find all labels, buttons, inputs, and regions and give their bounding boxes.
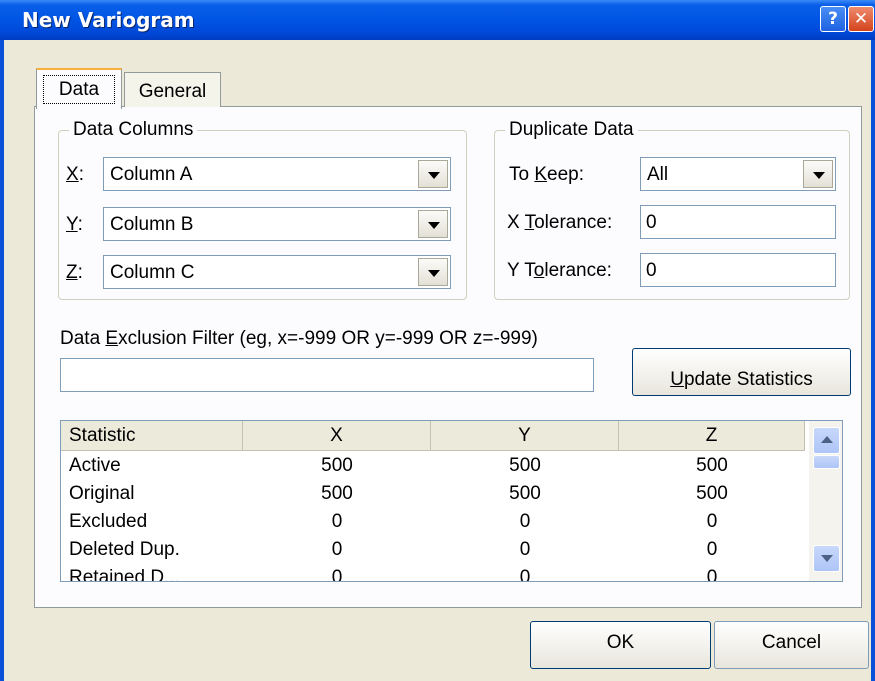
new-variogram-dialog: New Variogram ? ✕ Data General Data Colu… <box>0 0 875 681</box>
table-cell: 500 <box>696 483 728 504</box>
chevron-down-icon[interactable] <box>418 210 448 238</box>
table-cell: 0 <box>519 539 531 560</box>
x-column-label-key: X <box>66 164 79 185</box>
table-cell: 0 <box>331 511 343 532</box>
table-row[interactable]: Retained D... 0 0 0 <box>61 565 805 582</box>
chevron-down-icon[interactable] <box>803 160 833 188</box>
chevron-down-icon[interactable] <box>418 160 448 188</box>
x-tolerance-label-key: T <box>524 212 535 233</box>
column-header-x[interactable]: X <box>243 421 431 451</box>
exclusion-filter-label: Data Exclusion Filter (eg, x=-999 OR y=-… <box>60 328 538 350</box>
z-column-value: Column C <box>110 262 195 283</box>
y-tolerance-label-pre: Y T <box>507 260 534 281</box>
x-tolerance-label-pre: X <box>507 212 525 233</box>
update-statistics-label: pdate Statistics <box>683 369 813 390</box>
scroll-thumb[interactable] <box>813 455 840 469</box>
exclusion-filter-label-key: E <box>105 328 119 349</box>
table-cell: 500 <box>321 455 353 476</box>
table-cell: Excluded <box>69 511 148 532</box>
to-keep-label: To Keep: <box>509 164 584 186</box>
table-cell: 500 <box>321 483 353 504</box>
help-button[interactable]: ? <box>820 6 846 32</box>
x-tolerance-value: 0 <box>646 212 657 233</box>
window-title: New Variogram <box>22 8 195 32</box>
x-column-label: X: <box>66 164 84 186</box>
column-header-statistic[interactable]: Statistic <box>61 421 243 451</box>
table-cell: 0 <box>331 539 343 560</box>
table-cell: 0 <box>706 511 718 532</box>
z-column-dropdown[interactable]: Column C <box>103 255 451 289</box>
x-tolerance-input[interactable]: 0 <box>640 205 836 239</box>
x-column-label-suffix: : <box>78 164 84 185</box>
table-row[interactable]: Active 500 500 500 <box>61 453 805 482</box>
z-column-label-key: Z <box>66 262 78 283</box>
tab-data-label: Data <box>58 79 100 100</box>
x-tolerance-label: X Tolerance: <box>507 212 612 234</box>
table-cell: Retained D... <box>69 567 180 582</box>
y-column-dropdown[interactable]: Column B <box>103 207 451 241</box>
to-keep-dropdown[interactable]: All <box>640 157 836 191</box>
tab-general[interactable]: General <box>124 72 221 107</box>
chevron-down-icon[interactable] <box>418 258 448 286</box>
to-keep-value: All <box>647 164 669 185</box>
table-row[interactable]: Deleted Dup. 0 0 0 <box>61 537 805 566</box>
to-keep-label-post: eep: <box>547 164 585 185</box>
update-statistics-button[interactable]: Update Statistics <box>632 348 851 396</box>
table-row[interactable]: Excluded 0 0 0 <box>61 509 805 538</box>
y-column-label-key: Y <box>66 214 78 235</box>
y-column-value: Column B <box>110 214 194 235</box>
exclusion-filter-label-post: xclusion Filter (eg, x=-999 OR y=-999 OR… <box>118 328 538 349</box>
title-bar[interactable]: New Variogram ? ✕ <box>0 0 875 40</box>
duplicate-data-legend: Duplicate Data <box>505 119 638 141</box>
column-header-z[interactable]: Z <box>619 421 805 451</box>
y-tolerance-label-key: o <box>533 260 545 281</box>
y-tolerance-input[interactable]: 0 <box>640 253 836 287</box>
statistics-table[interactable]: Statistic X Y Z Active 500 500 500 Origi… <box>60 420 843 582</box>
update-statistics-key: U <box>670 369 684 390</box>
close-button[interactable]: ✕ <box>848 6 874 32</box>
to-keep-label-pre: To <box>509 164 535 185</box>
cancel-button[interactable]: Cancel <box>714 621 869 669</box>
table-cell: 0 <box>331 567 343 582</box>
y-tolerance-label-post: lerance: <box>544 260 612 281</box>
x-tolerance-label-post: olerance: <box>534 212 613 233</box>
table-cell: 0 <box>519 567 531 582</box>
tab-general-label: General <box>138 81 207 102</box>
y-column-label: Y: <box>66 214 83 236</box>
x-column-dropdown[interactable]: Column A <box>103 157 451 191</box>
data-columns-legend: Data Columns <box>69 119 198 141</box>
table-cell: 500 <box>696 455 728 476</box>
table-cell: 0 <box>706 539 718 560</box>
table-cell: 500 <box>509 455 541 476</box>
table-cell: Original <box>69 483 135 504</box>
table-cell: 0 <box>519 511 531 532</box>
cancel-button-label: Cancel <box>761 632 822 653</box>
tab-data[interactable]: Data <box>36 68 122 109</box>
table-row[interactable]: Original 500 500 500 <box>61 481 805 510</box>
vertical-scrollbar[interactable] <box>809 421 842 581</box>
table-cell: 0 <box>706 567 718 582</box>
exclusion-filter-input[interactable] <box>60 358 594 392</box>
table-header: Statistic X Y Z <box>61 421 805 451</box>
ok-button-label: OK <box>606 632 635 653</box>
ok-button[interactable]: OK <box>530 621 711 669</box>
scroll-down-icon[interactable] <box>813 545 840 572</box>
y-tolerance-label: Y Tolerance: <box>507 260 612 282</box>
exclusion-filter-label-pre: Data <box>60 328 106 349</box>
table-cell: Deleted Dup. <box>69 539 180 560</box>
to-keep-label-key: K <box>534 164 548 185</box>
table-cell: 500 <box>509 483 541 504</box>
table-cell: Active <box>69 455 121 476</box>
x-column-value: Column A <box>110 164 193 185</box>
z-column-label-suffix: : <box>77 262 83 283</box>
z-column-label: Z: <box>66 262 83 284</box>
y-column-label-suffix: : <box>77 214 83 235</box>
scroll-up-icon[interactable] <box>813 427 840 454</box>
column-header-y[interactable]: Y <box>431 421 619 451</box>
y-tolerance-value: 0 <box>646 260 657 281</box>
